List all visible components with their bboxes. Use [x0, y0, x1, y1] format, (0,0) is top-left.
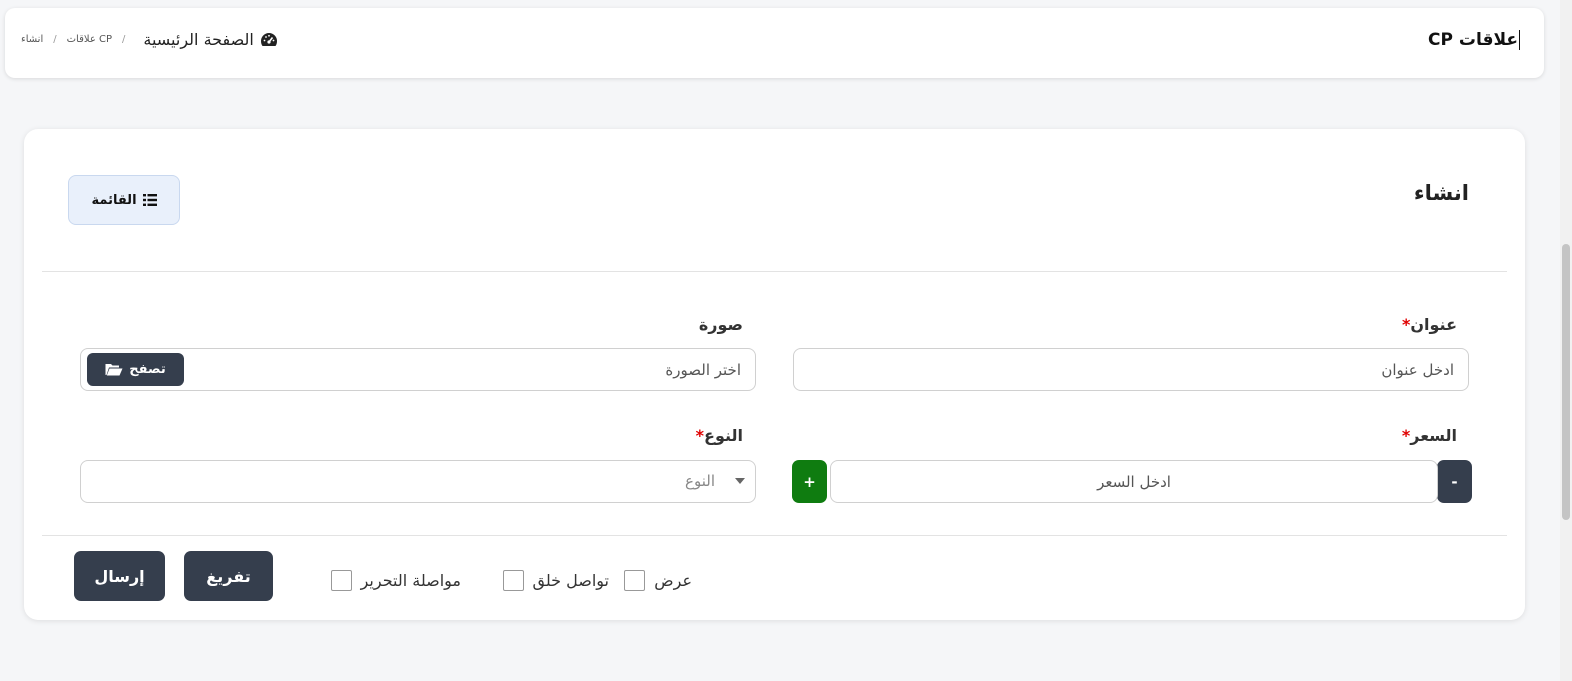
- price-increment-button[interactable]: +: [792, 460, 827, 503]
- price-label: السعر*: [1402, 426, 1457, 445]
- option-continue-create-label: تواصل خلق: [532, 571, 609, 590]
- list-button[interactable]: القائمة: [68, 175, 180, 225]
- title-label-text: عنوان: [1410, 315, 1457, 334]
- page-scrollbar[interactable]: [1560, 0, 1572, 681]
- chevron-down-icon: [735, 478, 745, 484]
- option-continue-edit-label: مواصلة التحرير: [360, 571, 461, 590]
- folder-open-icon: [105, 364, 123, 376]
- breadcrumb: انشاء / علاقات CP / الصفحة الرئيسية: [21, 30, 278, 49]
- reset-button[interactable]: تفريغ: [184, 551, 273, 601]
- title-input-placeholder: ادخل عنوان: [1381, 360, 1454, 379]
- list-button-label: القائمة: [91, 192, 137, 208]
- price-input[interactable]: ادخل السعر: [830, 460, 1438, 503]
- top-bar: علاقات CP انشاء / علاقات CP / الصفحة الر…: [5, 8, 1544, 78]
- header-divider: [42, 271, 1507, 272]
- breadcrumb-separator: /: [53, 34, 57, 45]
- required-mark: *: [695, 426, 705, 445]
- card-title: انشاء: [1413, 181, 1469, 205]
- title-label: عنوان*: [1402, 315, 1457, 334]
- type-label: النوع*: [696, 426, 743, 445]
- breadcrumb-section-link[interactable]: علاقات CP: [67, 34, 112, 45]
- price-input-placeholder: ادخل السعر: [1097, 472, 1171, 491]
- required-mark: *: [1401, 426, 1411, 445]
- page-title: علاقات CP: [1428, 30, 1520, 50]
- breadcrumb-separator: /: [122, 34, 126, 45]
- breadcrumb-home-label: الصفحة الرئيسية: [143, 30, 254, 49]
- type-select-placeholder: النوع: [685, 472, 715, 490]
- option-continue-create[interactable]: تواصل خلق: [502, 570, 609, 591]
- browse-button[interactable]: تصفح: [87, 353, 184, 386]
- browse-button-label: تصفح: [129, 362, 166, 377]
- page-scrollbar-thumb[interactable]: [1562, 244, 1570, 520]
- continue-edit-checkbox[interactable]: [330, 570, 352, 591]
- show-checkbox[interactable]: [624, 570, 646, 591]
- dashboard-gauge-icon: [260, 32, 277, 46]
- list-icon: [142, 194, 157, 206]
- image-input-placeholder: اختر الصورة: [665, 360, 741, 379]
- type-label-text: النوع: [704, 426, 743, 445]
- breadcrumb-current: انشاء: [21, 34, 44, 45]
- footer-divider: [42, 535, 1507, 536]
- submit-button[interactable]: إرسال: [74, 551, 165, 601]
- create-form-card: انشاء القائمة عنوان* ادخل عنوان صورة اخت…: [24, 129, 1525, 620]
- option-show-label: عرض: [654, 571, 692, 590]
- continue-create-checkbox[interactable]: [502, 570, 524, 591]
- price-label-text: السعر: [1410, 426, 1457, 445]
- price-decrement-button[interactable]: -: [1437, 460, 1472, 503]
- option-show[interactable]: عرض: [624, 570, 692, 591]
- image-label: صورة: [698, 315, 743, 334]
- title-input[interactable]: ادخل عنوان: [793, 348, 1469, 391]
- breadcrumb-home-link[interactable]: الصفحة الرئيسية: [143, 30, 277, 49]
- option-continue-edit[interactable]: مواصلة التحرير: [330, 570, 461, 591]
- type-select[interactable]: النوع: [80, 460, 756, 503]
- image-file-input[interactable]: اختر الصورة تصفح: [80, 348, 756, 391]
